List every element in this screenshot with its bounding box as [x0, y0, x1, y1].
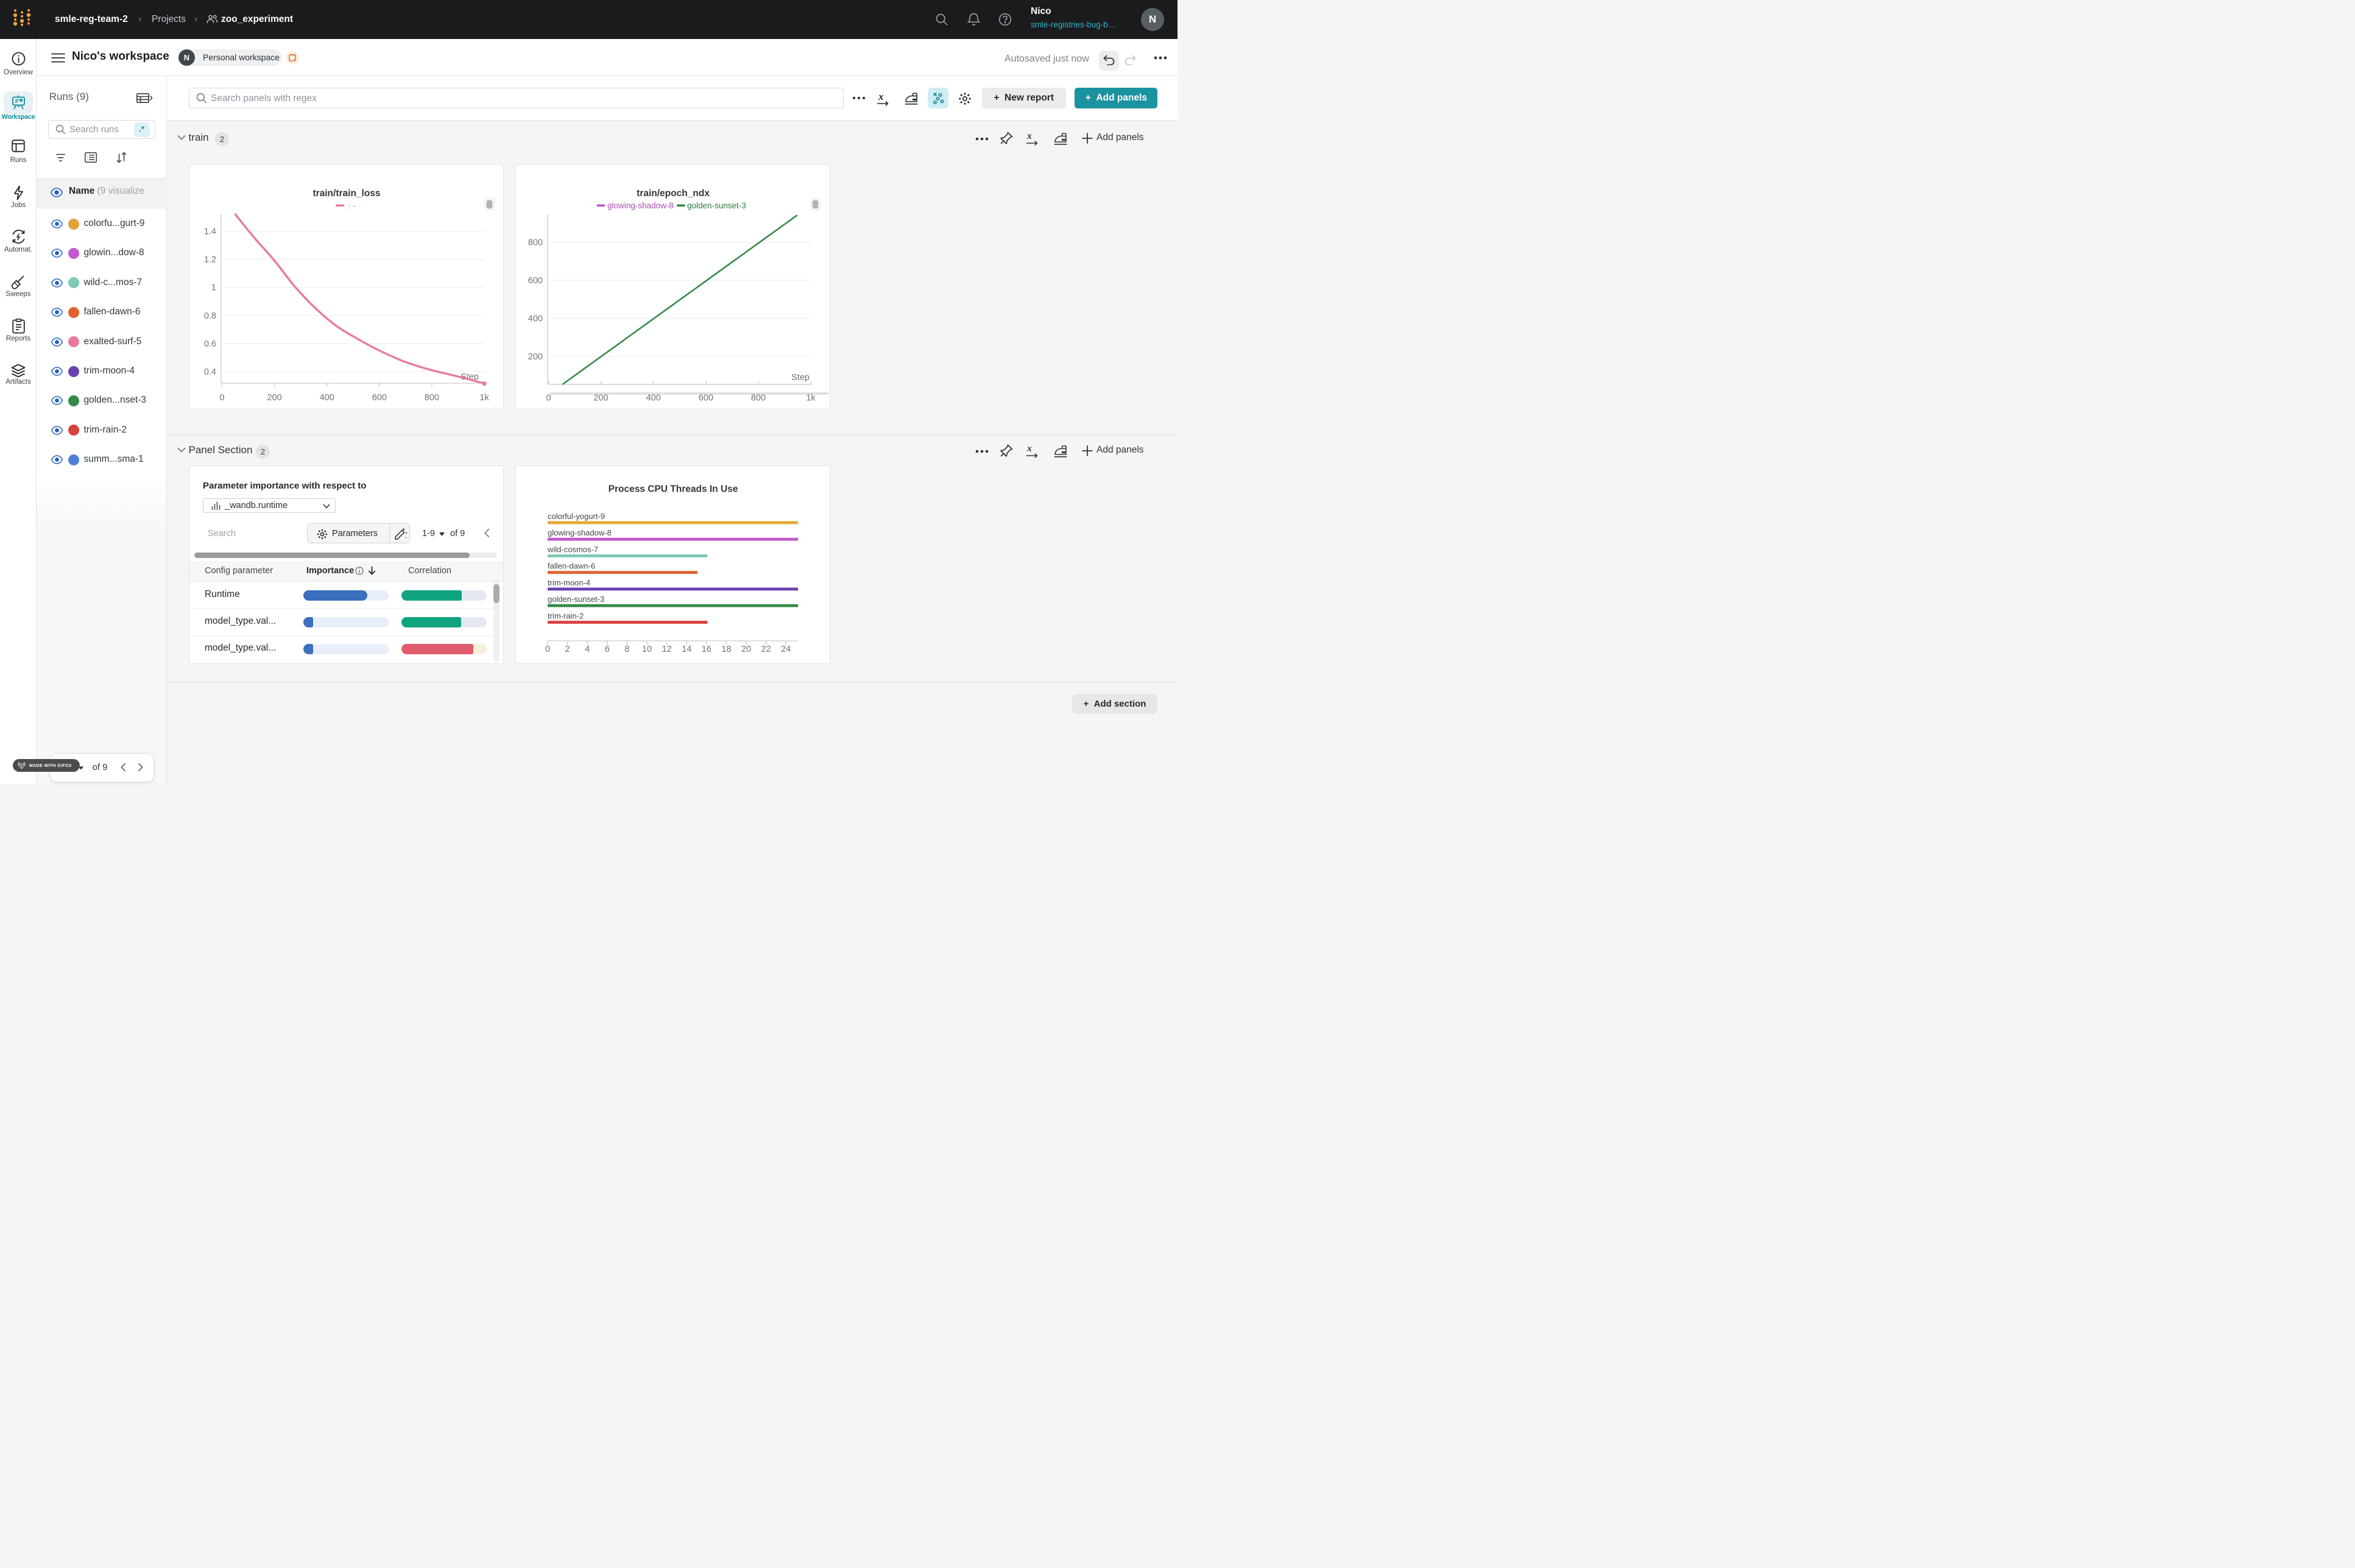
svg-text:14: 14 [682, 645, 691, 654]
svg-text:800: 800 [751, 393, 766, 403]
svg-text:trim-moon-4: trim-moon-4 [548, 577, 590, 587]
svg-text:0: 0 [545, 645, 550, 654]
svg-text:1.4: 1.4 [203, 227, 216, 236]
svg-text:train/epoch_ndx: train/epoch_ndx [637, 188, 710, 199]
svg-text:8: 8 [624, 645, 629, 654]
svg-text:0.6: 0.6 [203, 339, 216, 348]
svg-text:glowing-shadow-8: glowing-shadow-8 [548, 528, 612, 537]
svg-text:1k: 1k [806, 393, 816, 403]
svg-text:22: 22 [761, 645, 771, 654]
svg-text:600: 600 [528, 276, 543, 286]
svg-text:400: 400 [319, 393, 334, 403]
svg-text:0.4: 0.4 [203, 367, 216, 377]
svg-text:200: 200 [593, 393, 608, 403]
svg-text:24: 24 [781, 645, 791, 654]
svg-text:400: 400 [646, 393, 661, 403]
svg-text:0: 0 [219, 393, 224, 403]
svg-text:golden-sunset-3: golden-sunset-3 [548, 595, 604, 604]
svg-text:600: 600 [699, 393, 713, 403]
svg-text:800: 800 [424, 393, 439, 403]
svg-text:0.8: 0.8 [203, 311, 216, 320]
svg-text:colorful-yogurt-9: colorful-yogurt-9 [548, 511, 605, 520]
svg-text:wild-cosmos-7: wild-cosmos-7 [547, 545, 598, 554]
svg-text:4: 4 [585, 645, 590, 654]
svg-text:20: 20 [741, 645, 751, 654]
svg-text:: -: : - [348, 201, 356, 210]
svg-text:600: 600 [372, 393, 386, 403]
svg-text:glowing-shadow-8: glowing-shadow-8 [607, 201, 674, 210]
svg-text:trim-rain-2: trim-rain-2 [548, 611, 584, 620]
svg-text:6: 6 [605, 645, 610, 654]
svg-text:12: 12 [662, 645, 672, 654]
svg-text:fallen-dawn-6: fallen-dawn-6 [548, 561, 595, 570]
svg-text:1k: 1k [479, 393, 489, 403]
svg-text:16: 16 [702, 645, 711, 654]
svg-text:golden-sunset-3: golden-sunset-3 [687, 201, 746, 210]
svg-text:Step: Step [791, 373, 810, 383]
svg-text:1: 1 [211, 283, 216, 292]
svg-text:200: 200 [267, 393, 281, 403]
svg-text:800: 800 [528, 238, 543, 247]
svg-text:10: 10 [642, 645, 652, 654]
svg-text:18: 18 [721, 645, 731, 654]
svg-text:Process CPU Threads In Use: Process CPU Threads In Use [609, 484, 738, 494]
svg-text:400: 400 [528, 314, 543, 323]
svg-text:1.2: 1.2 [203, 255, 216, 264]
svg-text:2: 2 [565, 645, 570, 654]
svg-text:train/train_loss: train/train_loss [312, 188, 380, 199]
svg-text:0: 0 [546, 393, 551, 403]
svg-text:200: 200 [528, 352, 543, 362]
